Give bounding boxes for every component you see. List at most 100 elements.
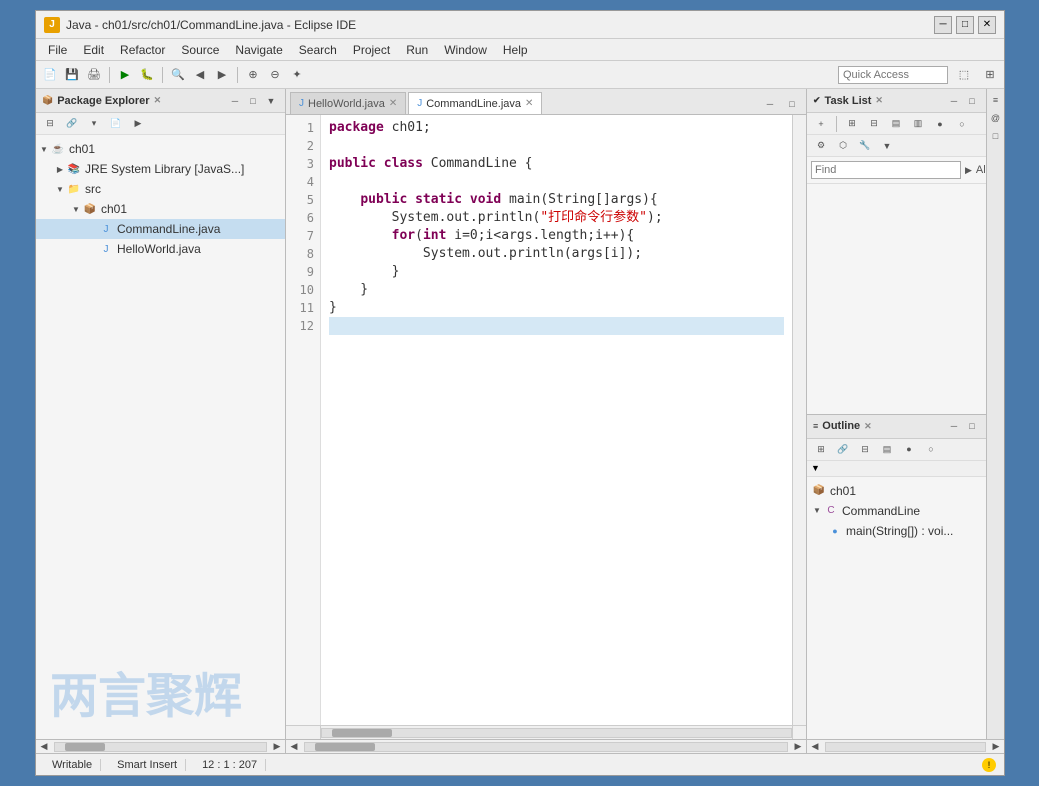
code-line-5: public static void main(String[]args){ xyxy=(329,191,784,209)
outline-item-commandline[interactable]: ▼ C CommandLine xyxy=(807,501,986,521)
back-button[interactable]: ◀ xyxy=(190,65,210,85)
tab-helloworld-close[interactable]: ✕ xyxy=(389,98,397,109)
search-button[interactable]: 🔍 xyxy=(168,65,188,85)
editor-minimize-button[interactable]: ─ xyxy=(760,94,780,114)
toolbar-btn-3[interactable]: ✦ xyxy=(287,65,307,85)
outline-btn-4[interactable]: ▤ xyxy=(877,439,897,459)
minimize-panel-button[interactable]: ─ xyxy=(227,93,243,109)
package-explorer-label: Package Explorer xyxy=(57,95,149,107)
center-scroll-right-arrow[interactable]: ▶ xyxy=(790,740,806,754)
ch01-label: ch01 xyxy=(69,142,95,156)
code-out-2: out xyxy=(478,246,501,261)
notification-icon[interactable]: ! xyxy=(982,758,996,772)
right-scroll-left-arrow[interactable]: ◀ xyxy=(807,740,823,754)
task-btn-4[interactable]: ▥ xyxy=(908,114,928,134)
minimize-button[interactable]: ─ xyxy=(934,16,952,34)
forward-button[interactable]: ▶ xyxy=(212,65,232,85)
debug-button[interactable]: 🐛 xyxy=(137,65,157,85)
task-btn-2[interactable]: ⊟ xyxy=(864,114,884,134)
menu-help[interactable]: Help xyxy=(495,41,536,59)
close-button[interactable]: ✕ xyxy=(978,16,996,34)
menu-navigate[interactable]: Navigate xyxy=(227,41,290,59)
outline-btn-2[interactable]: 🔗 xyxy=(833,439,853,459)
editor-hscroll-row xyxy=(286,725,806,739)
outline-maximize-button[interactable]: □ xyxy=(964,418,980,434)
menu-project[interactable]: Project xyxy=(345,41,398,59)
task-btn-3[interactable]: ▤ xyxy=(886,114,906,134)
task-btn-6[interactable]: ○ xyxy=(952,114,972,134)
tree-item-jre[interactable]: ▶ 📚 JRE System Library [JavaS...] xyxy=(36,159,285,179)
right-scroll-right-arrow[interactable]: ▶ xyxy=(988,740,1004,754)
tab-commandline-close[interactable]: ✕ xyxy=(525,98,533,109)
outline-btn-1[interactable]: ⊞ xyxy=(811,439,831,459)
panel-controls: ─ □ ▼ xyxy=(227,93,279,109)
side-icon-1[interactable]: ≡ xyxy=(989,93,1003,107)
menu-edit[interactable]: Edit xyxy=(75,41,112,59)
task2-btn-1[interactable]: ⚙ xyxy=(811,136,831,156)
views-button[interactable]: ⊞ xyxy=(980,65,1000,85)
tree-item-commandline[interactable]: J CommandLine.java xyxy=(36,219,285,239)
editor-vertical-scrollbar[interactable] xyxy=(792,115,806,725)
left-scroll-right-arrow[interactable]: ▶ xyxy=(269,740,285,754)
menu-file[interactable]: File xyxy=(40,41,75,59)
tree-item-helloworld[interactable]: J HelloWorld.java xyxy=(36,239,285,259)
task2-btn-4[interactable]: ▼ xyxy=(877,136,897,156)
outline-btn-6[interactable]: ○ xyxy=(921,439,941,459)
link-with-editor-button[interactable]: 🔗 xyxy=(62,114,82,134)
toolbar-btn-1[interactable]: ⊕ xyxy=(243,65,263,85)
new-file-small-button[interactable]: 📄 xyxy=(106,114,126,134)
editor-maximize-button[interactable]: □ xyxy=(782,94,802,114)
quick-access-input[interactable] xyxy=(838,66,948,84)
task2-btn-2[interactable]: ⬡ xyxy=(833,136,853,156)
new-task-button[interactable]: + xyxy=(811,114,831,134)
left-scroll-left-arrow[interactable]: ◀ xyxy=(36,740,52,754)
outline-btn-3[interactable]: ⊟ xyxy=(855,439,875,459)
tree-item-ch01-pkg[interactable]: ▼ 📦 ch01 xyxy=(36,199,285,219)
tab-helloworld[interactable]: J HelloWorld.java ✕ xyxy=(290,92,406,114)
task2-btn-3[interactable]: 🔧 xyxy=(855,136,875,156)
menu-source[interactable]: Source xyxy=(173,41,227,59)
toolbar-btn-2[interactable]: ⊖ xyxy=(265,65,285,85)
left-scrollbar[interactable] xyxy=(54,742,267,752)
perspectives-button[interactable]: ⬚ xyxy=(954,65,974,85)
menu-refactor[interactable]: Refactor xyxy=(112,41,173,59)
menu-window[interactable]: Window xyxy=(436,41,495,59)
outline-cl-label: CommandLine xyxy=(842,504,920,518)
tab-commandline[interactable]: J CommandLine.java ✕ xyxy=(408,92,542,114)
package-explorer-panel: 📦 Package Explorer ✕ ─ □ ▼ ⊟ 🔗 ▾ 📄 ▶ xyxy=(36,89,286,739)
print-button[interactable]: 🖨 xyxy=(84,65,104,85)
view-menu-button[interactable]: ▼ xyxy=(263,93,279,109)
outline-item-ch01[interactable]: 📦 ch01 xyxy=(807,481,986,501)
editor-hscrollbar[interactable] xyxy=(321,728,792,738)
side-icon-2[interactable]: @ xyxy=(989,111,1003,125)
new-button[interactable]: 📄 xyxy=(40,65,60,85)
expand-button[interactable]: ▶ xyxy=(128,114,148,134)
task-minimize-button[interactable]: ─ xyxy=(946,93,962,109)
task-btn-5[interactable]: ● xyxy=(930,114,950,134)
center-scrollbar[interactable] xyxy=(304,742,788,752)
side-icon-3[interactable]: □ xyxy=(989,129,1003,143)
package-explorer-close-icon: ✕ xyxy=(154,95,162,106)
task-btn-1[interactable]: ⊞ xyxy=(842,114,862,134)
tree-item-ch01[interactable]: ▼ ☕ ch01 xyxy=(36,139,285,159)
outline-minimize-button[interactable]: ─ xyxy=(946,418,962,434)
run-button[interactable]: ▶ xyxy=(115,65,135,85)
menu-search[interactable]: Search xyxy=(291,41,345,59)
task-maximize-button[interactable]: □ xyxy=(964,93,980,109)
restore-button[interactable]: □ xyxy=(956,16,974,34)
code-editor[interactable]: package ch01; public class CommandLine {… xyxy=(321,115,792,725)
task-find-input[interactable] xyxy=(811,161,961,179)
save-button[interactable]: 💾 xyxy=(62,65,82,85)
code-close-brace-3: } xyxy=(329,300,337,315)
view-menu-small-button[interactable]: ▾ xyxy=(84,114,104,134)
collapse-all-button[interactable]: ⊟ xyxy=(40,114,60,134)
center-scroll-left-arrow[interactable]: ◀ xyxy=(286,740,302,754)
outline-item-main[interactable]: ● main(String[]) : voi... xyxy=(807,521,986,541)
tree-item-src[interactable]: ▼ 📁 src xyxy=(36,179,285,199)
outline-btn-5[interactable]: ● xyxy=(899,439,919,459)
right-scrollbar[interactable] xyxy=(825,742,986,752)
menu-run[interactable]: Run xyxy=(398,41,436,59)
menu-bar: File Edit Refactor Source Navigate Searc… xyxy=(36,39,1004,61)
title-bar-left: J Java - ch01/src/ch01/CommandLine.java … xyxy=(44,17,356,33)
maximize-panel-button[interactable]: □ xyxy=(245,93,261,109)
